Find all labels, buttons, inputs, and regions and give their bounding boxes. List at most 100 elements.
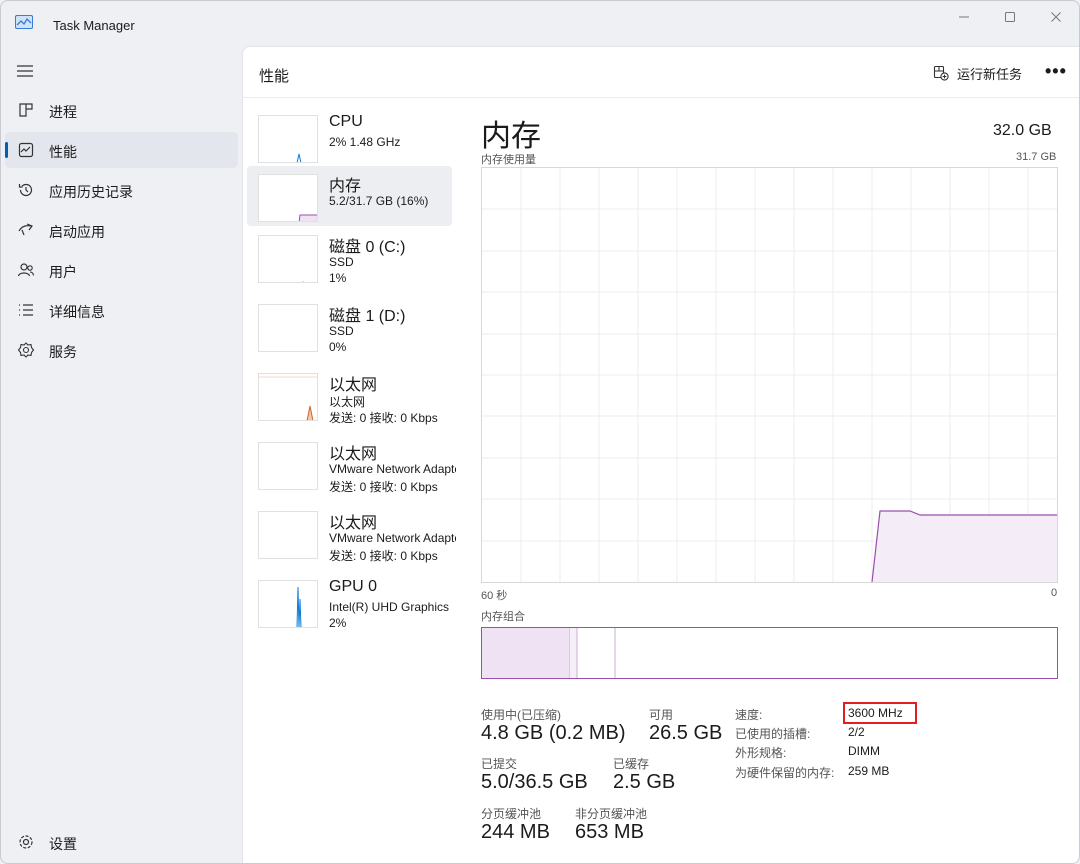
title-bar: Task Manager xyxy=(1,1,1079,45)
ethernet-sparkline xyxy=(259,376,317,420)
sidebar-item-performance[interactable]: 性能 xyxy=(5,132,238,168)
main-panel: 性能 运行新任务 ••• CPU 2% 1.48 GHz 内存 5.2/31.7… xyxy=(242,46,1079,863)
resource-thumbnail-graph xyxy=(258,115,318,163)
in-use-value: 4.8 GB (0.2 MB) xyxy=(481,722,626,744)
cached-value: 2.5 GB xyxy=(613,771,676,793)
memory-sparkline xyxy=(298,214,317,221)
resource-detail: 0% xyxy=(329,340,347,354)
paged-pool-label: 分页缓冲池 xyxy=(481,807,542,821)
memory-usage-chart xyxy=(481,167,1058,583)
resource-item-cpu[interactable]: CPU 2% 1.48 GHz xyxy=(247,107,452,167)
minimize-icon xyxy=(959,16,969,18)
startup-icon xyxy=(18,223,33,236)
sidebar-item-details[interactable]: 详细信息 xyxy=(5,292,238,328)
resource-detail: SSD xyxy=(329,324,354,338)
resource-thumbnail-graph xyxy=(258,580,318,628)
sidebar-item-label: 启动应用 xyxy=(49,224,105,240)
resource-detail: 1% xyxy=(329,271,347,285)
resource-item-disk-0[interactable]: 磁盘 0 (C:) SSD 1% xyxy=(247,227,452,287)
resource-name: 磁盘 1 (D:) xyxy=(329,308,406,325)
nonpaged-pool-label: 非分页缓冲池 xyxy=(575,807,648,821)
nonpaged-pool-value: 653 MB xyxy=(575,821,644,843)
sidebar-item-label: 应用历史记录 xyxy=(49,184,133,200)
resource-thumbnail-graph xyxy=(258,511,318,559)
speed-highlight-box xyxy=(843,702,917,724)
task-manager-window: Task Manager 进程 性能 应用历史记录 启动应用 用户 详细信息 服… xyxy=(0,0,1080,864)
sidebar-item-services[interactable]: 服务 xyxy=(5,332,238,368)
memory-composition-graph xyxy=(482,628,616,678)
memory-usage-label: 内存使用量 xyxy=(481,154,536,166)
resource-detail: Intel(R) UHD Graphics xyxy=(329,600,450,614)
hamburger-menu-icon[interactable] xyxy=(15,61,35,81)
resource-detail: SSD xyxy=(329,255,354,269)
resource-thumbnail-graph xyxy=(258,174,318,222)
header-divider xyxy=(243,97,1079,98)
sidebar-item-label: 服务 xyxy=(49,344,77,360)
form-factor-value: DIMM xyxy=(848,744,880,758)
resource-detail: 5.2/31.7 GB (16%) xyxy=(329,194,429,208)
resource-item-ethernet-vmnet1[interactable]: 以太网 VMware Network Adapter VMnet1 发送: 0 … xyxy=(247,434,456,494)
performance-icon xyxy=(18,142,34,158)
memory-total: 32.0 GB xyxy=(993,122,1052,139)
paged-pool-value: 244 MB xyxy=(481,821,550,843)
chart-axis-end-label: 0 xyxy=(1051,587,1058,599)
committed-value: 5.0/36.5 GB xyxy=(481,771,588,793)
cpu-sparkline xyxy=(296,153,302,162)
form-factor-label: 外形规格: xyxy=(735,746,787,760)
run-new-task-icon xyxy=(933,65,949,81)
sidebar-item-users[interactable]: 用户 xyxy=(5,252,238,288)
available-label: 可用 xyxy=(649,708,674,722)
close-button[interactable] xyxy=(1033,3,1079,31)
task-manager-app-icon xyxy=(15,15,33,29)
detail-title: 内存 xyxy=(481,120,541,153)
details-icon xyxy=(19,304,33,316)
run-new-task-button[interactable]: 运行新任务 xyxy=(933,63,1022,83)
maximize-icon xyxy=(1005,12,1015,22)
committed-label: 已提交 xyxy=(481,757,518,771)
resource-item-memory[interactable]: 内存 5.2/31.7 GB (16%) xyxy=(247,166,452,226)
available-value: 26.5 GB xyxy=(649,722,723,744)
resource-thumbnail-graph xyxy=(258,235,318,283)
resource-detail: 2% 1.48 GHz xyxy=(329,135,401,149)
memory-usage-max: 31.7 GB xyxy=(1016,151,1057,163)
resource-name: 以太网 xyxy=(329,377,378,394)
resource-item-ethernet-vmnet8[interactable]: 以太网 VMware Network Adapter VMnet8 发送: 0 … xyxy=(247,503,456,563)
resource-name: 以太网 xyxy=(329,515,378,532)
sidebar-item-app-history[interactable]: 应用历史记录 xyxy=(5,172,238,208)
run-new-task-label: 运行新任务 xyxy=(957,66,1023,82)
resource-name: 以太网 xyxy=(329,446,378,463)
resource-name: 内存 xyxy=(329,178,362,195)
disk-0-sparkline xyxy=(301,281,305,282)
resource-thumbnail-graph xyxy=(258,304,318,352)
resource-name: GPU 0 xyxy=(329,578,378,595)
maximize-button[interactable] xyxy=(987,3,1033,31)
gear-icon xyxy=(19,835,33,849)
sidebar-item-label: 用户 xyxy=(49,264,77,280)
in-use-label: 使用中(已压缩) xyxy=(481,708,561,722)
memory-composition-bar xyxy=(481,627,1058,679)
sidebar-item-label: 进程 xyxy=(49,104,77,120)
resource-item-disk-1[interactable]: 磁盘 1 (D:) SSD 0% xyxy=(247,296,452,356)
sidebar-item-label: 设置 xyxy=(49,836,77,852)
resource-item-ethernet[interactable]: 以太网 以太网 发送: 0 接收: 0 Kbps xyxy=(247,365,452,425)
sidebar-item-label: 性能 xyxy=(49,144,77,160)
sidebar-item-processes[interactable]: 进程 xyxy=(5,92,238,128)
memory-composition-label: 内存组合 xyxy=(481,611,525,623)
app-history-icon xyxy=(18,183,33,197)
resource-detail: 发送: 0 接收: 0 Kbps xyxy=(329,480,438,494)
sidebar-item-startup[interactable]: 启动应用 xyxy=(5,212,238,248)
chart-axis-start-label: 60 秒 xyxy=(481,590,508,602)
resource-name: CPU xyxy=(329,113,363,130)
sidebar-item-settings[interactable]: 设置 xyxy=(5,824,238,860)
resource-thumbnail-graph xyxy=(258,373,318,421)
resource-item-gpu-0[interactable]: GPU 0 Intel(R) UHD Graphics 2% xyxy=(247,572,452,632)
more-options-button[interactable]: ••• xyxy=(1045,61,1067,82)
resource-detail: 发送: 0 接收: 0 Kbps xyxy=(329,549,438,563)
processes-icon xyxy=(19,103,33,117)
gpu-sparkline xyxy=(296,586,302,627)
services-icon xyxy=(17,342,35,358)
memory-usage-graph xyxy=(482,168,1057,583)
hardware-reserved-value: 259 MB xyxy=(848,764,890,778)
minimize-button[interactable] xyxy=(941,3,987,31)
slots-used-value: 2/2 xyxy=(848,725,865,739)
